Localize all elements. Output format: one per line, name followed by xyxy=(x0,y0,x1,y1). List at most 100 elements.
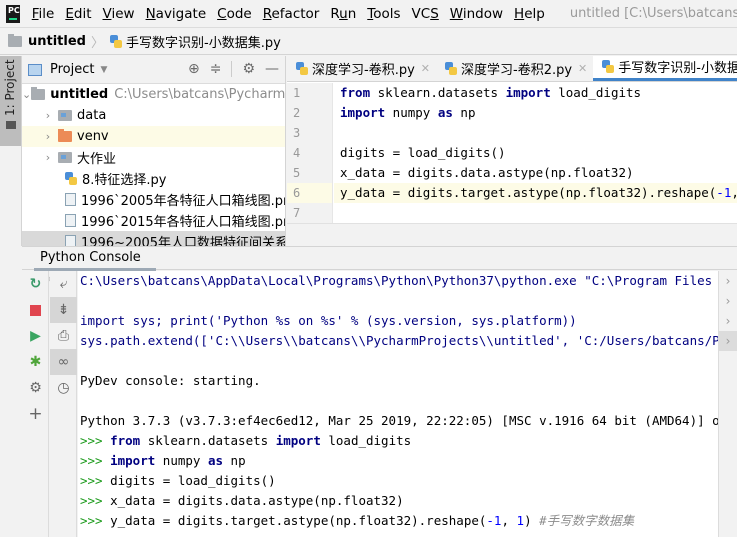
editor-tab[interactable]: 深度学习-卷积.py ✕ xyxy=(287,56,436,81)
python-file-icon xyxy=(64,172,77,185)
locate-file-icon[interactable]: ⊕ xyxy=(188,61,200,77)
window-title: untitled [C:\Users\batcans\PycharmProjec… xyxy=(569,6,737,21)
console-line: PyDev console: starting. xyxy=(80,373,261,388)
project-view-selector[interactable]: Project xyxy=(50,62,94,77)
console-prompt: >>> xyxy=(80,493,103,508)
settings-icon[interactable]: ⚙ xyxy=(22,375,49,401)
collapse-all-icon[interactable]: ≑ xyxy=(210,61,222,77)
tree-item-file[interactable]: 8.特征选择.py xyxy=(22,168,285,189)
chevron-right-icon[interactable]: › xyxy=(38,151,58,164)
chevron-right-icon[interactable]: › xyxy=(38,130,58,143)
run-icon[interactable]: ▶ xyxy=(22,323,49,349)
hide-panel-icon[interactable]: — xyxy=(265,61,279,77)
menu-edit[interactable]: Edit xyxy=(65,6,91,22)
code-line[interactable]: digits = load_digits() xyxy=(334,143,737,163)
editor-tab-label: 深度学习-卷积2.py xyxy=(461,62,573,78)
console-output[interactable]: C:\Users\batcans\AppData\Local\Programs\… xyxy=(78,271,718,537)
menu-help[interactable]: Help xyxy=(514,6,545,22)
menu-code[interactable]: Code xyxy=(217,6,252,22)
line-number: 5 xyxy=(293,166,301,180)
project-folder-icon xyxy=(6,121,16,129)
excluded-folder-icon xyxy=(58,129,72,142)
breadcrumb: untitled 〉 手写数字识别-小数据集.py xyxy=(0,28,737,55)
tree-item-file[interactable]: 1996`2015年各特征人口箱线图.png xyxy=(22,210,285,231)
tree-item-root[interactable]: ⌄ untitled C:\Users\batcans\PycharmProje… xyxy=(22,84,285,105)
chevron-right-icon[interactable]: › xyxy=(38,109,58,122)
stop-icon[interactable] xyxy=(22,297,49,323)
console-history-line: >>> x_data = digits.data.astype(np.float… xyxy=(78,491,718,511)
console-line: import sys; print('Python %s on %s' % (s… xyxy=(80,313,577,328)
console-line: sys.path.extend(['C:\\Users\\batcans\\Py… xyxy=(80,333,718,348)
menu-run[interactable]: Run xyxy=(330,6,356,22)
fold-chevron-icon[interactable]: › xyxy=(719,291,737,311)
project-tool-tab-label[interactable]: 1: Project xyxy=(3,59,17,116)
pycharm-logo-icon: PC xyxy=(6,4,20,23)
menu-file[interactable]: File xyxy=(32,6,55,22)
debug-icon[interactable]: ✱ xyxy=(22,349,49,375)
tree-item-folder[interactable]: › 大作业 xyxy=(22,147,285,168)
chevron-down-icon[interactable]: ⌄ xyxy=(22,88,31,101)
tree-item-label: 1996`2015年各特征人口箱线图.png xyxy=(81,215,286,230)
code-line[interactable]: import numpy as np xyxy=(334,103,737,123)
breadcrumb-file[interactable]: 手写数字识别-小数据集.py xyxy=(126,32,281,51)
folder-icon xyxy=(58,152,72,163)
code-editor: 深度学习-卷积.py ✕ 深度学习-卷积2.py ✕ 手写数字识别-小数据集.p… xyxy=(287,56,737,246)
add-console-icon[interactable]: + xyxy=(22,401,49,427)
editor-tab[interactable]: 深度学习-卷积2.py ✕ xyxy=(436,56,593,81)
console-command: import numpy as np xyxy=(110,453,246,468)
project-panel-header: Project ▼ ⊕ ≑ ⚙ — xyxy=(22,56,285,84)
console-history-line: >>> y_data = digits.target.astype(np.flo… xyxy=(78,511,718,531)
menu-tools[interactable]: Tools xyxy=(367,6,400,22)
soft-wrap-icon[interactable]: ⤶ xyxy=(50,271,77,297)
console-line: C:\Users\batcans\AppData\Local\Programs\… xyxy=(80,273,718,288)
menu-vcs[interactable]: VCS xyxy=(412,6,439,22)
menu-window[interactable]: Window xyxy=(450,6,503,22)
console-prompt: >>> xyxy=(80,473,103,488)
line-number: 7 xyxy=(293,206,301,220)
fold-chevron-icon[interactable]: › xyxy=(719,271,737,291)
scroll-to-end-icon[interactable]: ⇟ xyxy=(50,297,77,323)
console-history-line: >>> digits = load_digits() xyxy=(78,471,718,491)
close-icon[interactable]: ✕ xyxy=(421,62,430,75)
console-history-line: >>> from sklearn.datasets import load_di… xyxy=(78,431,718,451)
code-line[interactable]: from sklearn.datasets import load_digits xyxy=(334,83,737,103)
tree-item-file[interactable]: 1996`2005年各特征人口箱线图.png xyxy=(22,189,285,210)
line-number: 1 xyxy=(293,86,301,100)
print-icon[interactable]: ⎙ xyxy=(50,323,77,349)
code-area[interactable]: from sklearn.datasets import load_digits… xyxy=(334,83,737,223)
fold-chevron-icon[interactable]: › xyxy=(719,311,737,331)
close-icon[interactable]: ✕ xyxy=(578,62,587,75)
tree-item-file[interactable]: 1996~2005年人口数据特征间关系分布 xyxy=(22,231,285,246)
code-line[interactable] xyxy=(334,123,737,143)
gear-icon[interactable]: ⚙ xyxy=(242,61,255,77)
fold-chevron-icon[interactable]: › xyxy=(719,331,737,351)
code-line[interactable]: x_data = digits.data.astype(np.float32) xyxy=(334,163,737,183)
menu-navigate[interactable]: Navigate xyxy=(146,6,207,22)
python-console-tab[interactable]: Python Console ✕ xyxy=(34,247,156,286)
menu-view[interactable]: View xyxy=(103,6,135,22)
code-line-current[interactable]: y_data = digits.target.astype(np.float32… xyxy=(334,183,737,203)
console-command: y_data = digits.target.astype(np.float32… xyxy=(110,513,532,528)
show-variables-icon[interactable]: ∞ xyxy=(50,349,77,375)
tree-item-data[interactable]: › data xyxy=(22,105,285,126)
editor-tab-label: 手写数字识别-小数据集.py xyxy=(618,61,737,76)
menu-bar: PC File Edit View Navigate Code Refactor… xyxy=(0,0,737,28)
line-number: 2 xyxy=(293,106,301,120)
console-toolbar-primary: ↻ ▶ ✱ ⚙ + xyxy=(22,271,49,537)
breadcrumb-project[interactable]: untitled xyxy=(28,34,86,49)
menu-refactor[interactable]: Refactor xyxy=(263,6,320,22)
console-comment: #手写数字数据集 xyxy=(539,513,635,528)
line-number: 3 xyxy=(293,126,301,140)
folder-icon xyxy=(58,110,72,121)
tree-item-label: untitled xyxy=(50,87,109,102)
tree-item-venv[interactable]: › venv xyxy=(22,126,285,147)
rerun-icon[interactable]: ↻ xyxy=(22,271,49,297)
editor-tab-active[interactable]: 手写数字识别-小数据集.py xyxy=(593,56,737,81)
chevron-down-icon[interactable]: ▼ xyxy=(100,65,107,75)
code-line[interactable] xyxy=(334,203,737,223)
history-icon[interactable]: ◷ xyxy=(50,375,77,401)
console-history-line: >>> import numpy as np xyxy=(78,451,718,471)
tree-item-label: 1996~2005年人口数据特征间关系分布 xyxy=(81,236,285,246)
